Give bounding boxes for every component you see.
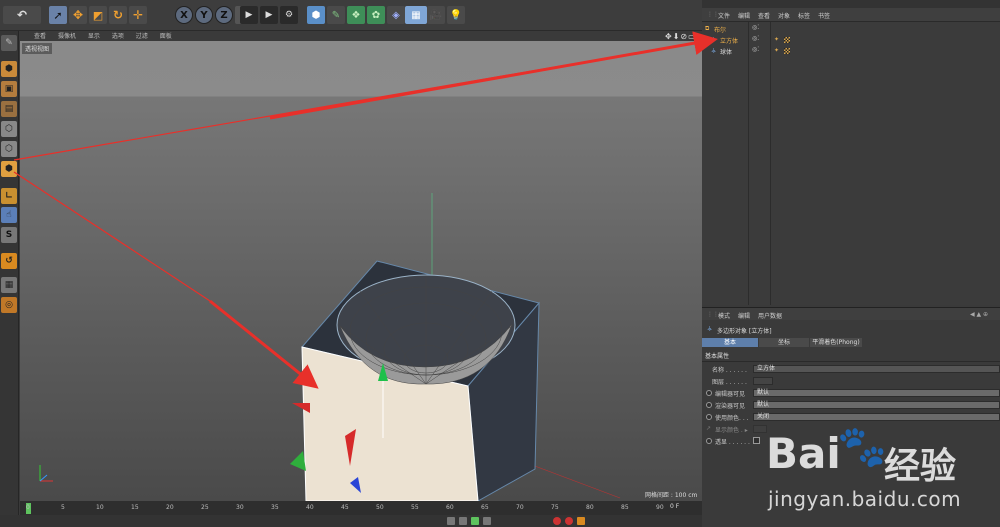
- annotation-arrow-to-object: [269, 31, 718, 120]
- watermark-url: jingyan.baidu.com: [768, 487, 962, 511]
- baidu-watermark: Bai 🐾 经验 jingyan.baidu.com: [762, 415, 998, 527]
- watermark-brand: Bai: [766, 429, 841, 478]
- annotation-arrow-to-cube: [209, 299, 319, 389]
- paw-icon: 🐾: [837, 424, 887, 470]
- cinema4d-window: ↶ ➚ ✥ ◩ ↻ ✛ X Y Z ⊞ ▶ ▶ ⚙ ⬢ ✎ ❖ ✿ ◈ ▦ 🎥 …: [0, 0, 1000, 527]
- annotation-line-thin: [13, 171, 211, 302]
- watermark-cn: 经验: [884, 446, 957, 487]
